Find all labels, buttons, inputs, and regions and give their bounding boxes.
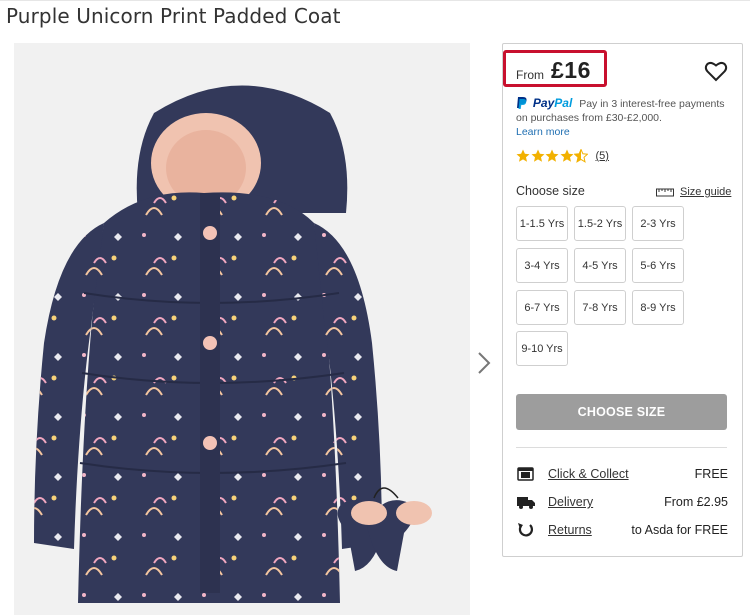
size-option[interactable]: 1.5-2 Yrs: [574, 206, 626, 241]
star-icon: [516, 149, 530, 162]
store-icon: [517, 467, 534, 481]
product-title: Purple Unicorn Print Padded Coat: [6, 4, 341, 28]
returns-info: to Asda for FREE: [631, 523, 728, 537]
purchase-panel: From £16 PayPal Pay in 3 interest-free p…: [502, 43, 743, 557]
size-option[interactable]: 5-6 Yrs: [632, 248, 684, 283]
click-collect-link[interactable]: Click & Collect: [548, 467, 629, 481]
size-guide-link[interactable]: Size guide: [656, 186, 731, 198]
size-option[interactable]: 7-8 Yrs: [574, 290, 626, 325]
truck-icon: [517, 497, 535, 509]
product-image[interactable]: [14, 43, 470, 615]
paypal-icon: [517, 97, 527, 109]
size-option[interactable]: 4-5 Yrs: [574, 248, 626, 283]
delivery-row: Delivery From £2.95: [516, 492, 728, 512]
star-half-icon: [574, 149, 588, 163]
learn-more-link[interactable]: Learn more: [516, 126, 570, 138]
paypal-logo: PayPal: [533, 96, 572, 110]
size-option[interactable]: 2-3 Yrs: [632, 206, 684, 241]
returns-link[interactable]: Returns: [548, 523, 592, 537]
top-border: [0, 0, 750, 1]
click-collect-row: Click & Collect FREE: [516, 464, 728, 484]
star-icon: [531, 149, 544, 162]
star-icon: [545, 149, 559, 162]
returns-icon: [518, 523, 533, 537]
divider: [516, 447, 727, 448]
coat-illustration: [34, 85, 432, 603]
price-from-label: From: [516, 68, 544, 82]
size-option[interactable]: 9-10 Yrs: [516, 331, 568, 366]
size-option[interactable]: 8-9 Yrs: [632, 290, 684, 325]
delivery-link[interactable]: Delivery: [548, 495, 593, 509]
size-option[interactable]: 6-7 Yrs: [516, 290, 568, 325]
rating-stars[interactable]: (5): [516, 148, 609, 164]
ruler-icon: [656, 188, 674, 197]
star-icon: [560, 149, 573, 162]
delivery-price: From £2.95: [664, 495, 728, 509]
paypal-promo: PayPal Pay in 3 interest-free payments o…: [516, 96, 738, 139]
size-option[interactable]: 3-4 Yrs: [516, 248, 568, 283]
chevron-right-icon[interactable]: [474, 350, 494, 376]
click-collect-price: FREE: [694, 467, 728, 481]
paypal-brand-a: Pay: [532, 96, 555, 110]
heart-icon[interactable]: [704, 60, 728, 82]
paypal-brand-b: Pal: [554, 96, 573, 110]
choose-size-button[interactable]: CHOOSE SIZE: [516, 394, 727, 430]
size-option[interactable]: 1-1.5 Yrs: [516, 206, 568, 241]
choose-size-label: Choose size: [516, 184, 585, 198]
size-guide-label: Size guide: [680, 186, 732, 198]
returns-row: Returns to Asda for FREE: [516, 520, 728, 540]
review-count[interactable]: (5): [596, 150, 609, 162]
price-value: £16: [551, 57, 591, 83]
